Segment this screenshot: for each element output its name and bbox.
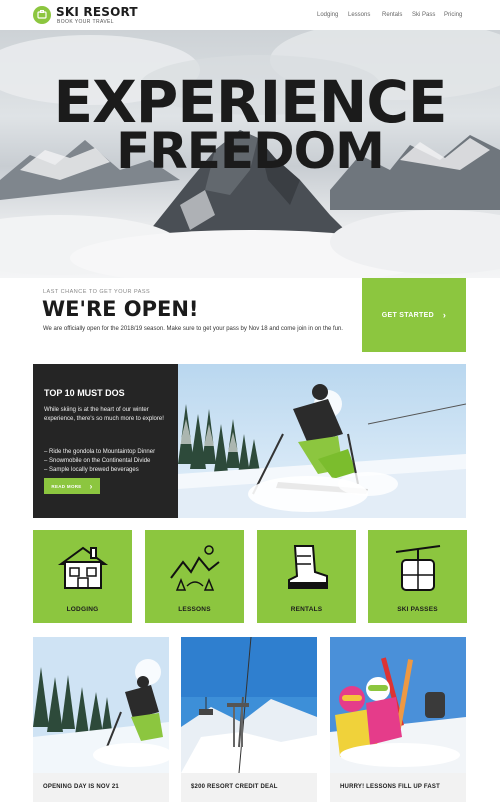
tile-rentals[interactable]: RENTALS (257, 530, 356, 623)
list-item: – Sample locally brewed beverages (44, 467, 139, 473)
hero-banner: EXPERIENCE FREEDOM (0, 30, 500, 278)
open-text: We are officially open for the 2018/19 s… (43, 326, 343, 332)
brand-tagline: BOOK YOUR TRAVEL (57, 19, 114, 25)
nav-item-lodging[interactable]: Lodging (317, 12, 338, 18)
card-lessons-fill-up[interactable]: HURRY! LESSONS FILL UP FAST (330, 637, 466, 802)
tile-label: RENTALS (290, 606, 323, 613)
nav-item-pricing[interactable]: Pricing (444, 12, 462, 18)
tile-lodging[interactable]: LODGING (33, 530, 132, 623)
ski-boot-icon (288, 545, 328, 589)
chevron-right-icon: › (442, 310, 447, 320)
list-item: – Snowmobile on the Continental Divide (44, 458, 151, 464)
hero-headline-line2: FREEDOM (116, 122, 385, 180)
tile-label: SKI PASSES (397, 606, 438, 613)
nav-item-ski-pass[interactable]: Ski Pass (412, 12, 435, 18)
cabin-icon (57, 546, 109, 589)
top10-title: TOP 10 MUST DOS (44, 388, 125, 398)
tile-ski-passes[interactable]: SKI PASSES (368, 530, 467, 623)
card-opening-day[interactable]: OPENING DAY IS NOV 21 (33, 637, 169, 802)
card-image (330, 637, 466, 773)
read-more-label: READ MORE (51, 483, 82, 489)
gondola-icon (395, 545, 441, 591)
mountains-icon (170, 545, 220, 591)
tile-label: LODGING (66, 606, 99, 613)
brand-name[interactable]: SKI RESORT (56, 5, 138, 19)
skier-photo (178, 364, 466, 518)
chevron-right-icon: › (89, 481, 93, 491)
get-started-button[interactable]: GET STARTED › (362, 278, 466, 352)
card-caption: HURRY! LESSONS FILL UP FAST (340, 784, 440, 790)
tile-lessons[interactable]: LESSONS (145, 530, 244, 623)
read-more-button[interactable]: READ MORE › (44, 478, 100, 494)
nav-item-rentals[interactable]: Rentals (382, 12, 402, 18)
top10-list: – Ride the gondola to Mountaintop Dinner… (44, 448, 174, 475)
cta-label: GET STARTED (381, 311, 434, 319)
site-header: SKI RESORT BOOK YOUR TRAVEL Lodging Less… (0, 0, 500, 30)
top10-text: While skiing is at the heart of our wint… (44, 407, 164, 422)
nav-item-lessons[interactable]: Lessons (348, 12, 370, 18)
open-title: WE'RE OPEN! (42, 297, 199, 321)
card-image (33, 637, 169, 773)
open-eyebrow: LAST CHANCE TO GET YOUR PASS (43, 289, 151, 295)
logo-icon[interactable] (33, 6, 51, 24)
card-resort-credit[interactable]: $200 RESORT CREDIT DEAL (181, 637, 317, 802)
card-caption: $200 RESORT CREDIT DEAL (191, 784, 278, 790)
card-image (181, 637, 317, 773)
tile-label: LESSONS (178, 606, 211, 613)
card-caption: OPENING DAY IS NOV 21 (43, 784, 119, 790)
list-item: – Ride the gondola to Mountaintop Dinner (44, 449, 156, 455)
